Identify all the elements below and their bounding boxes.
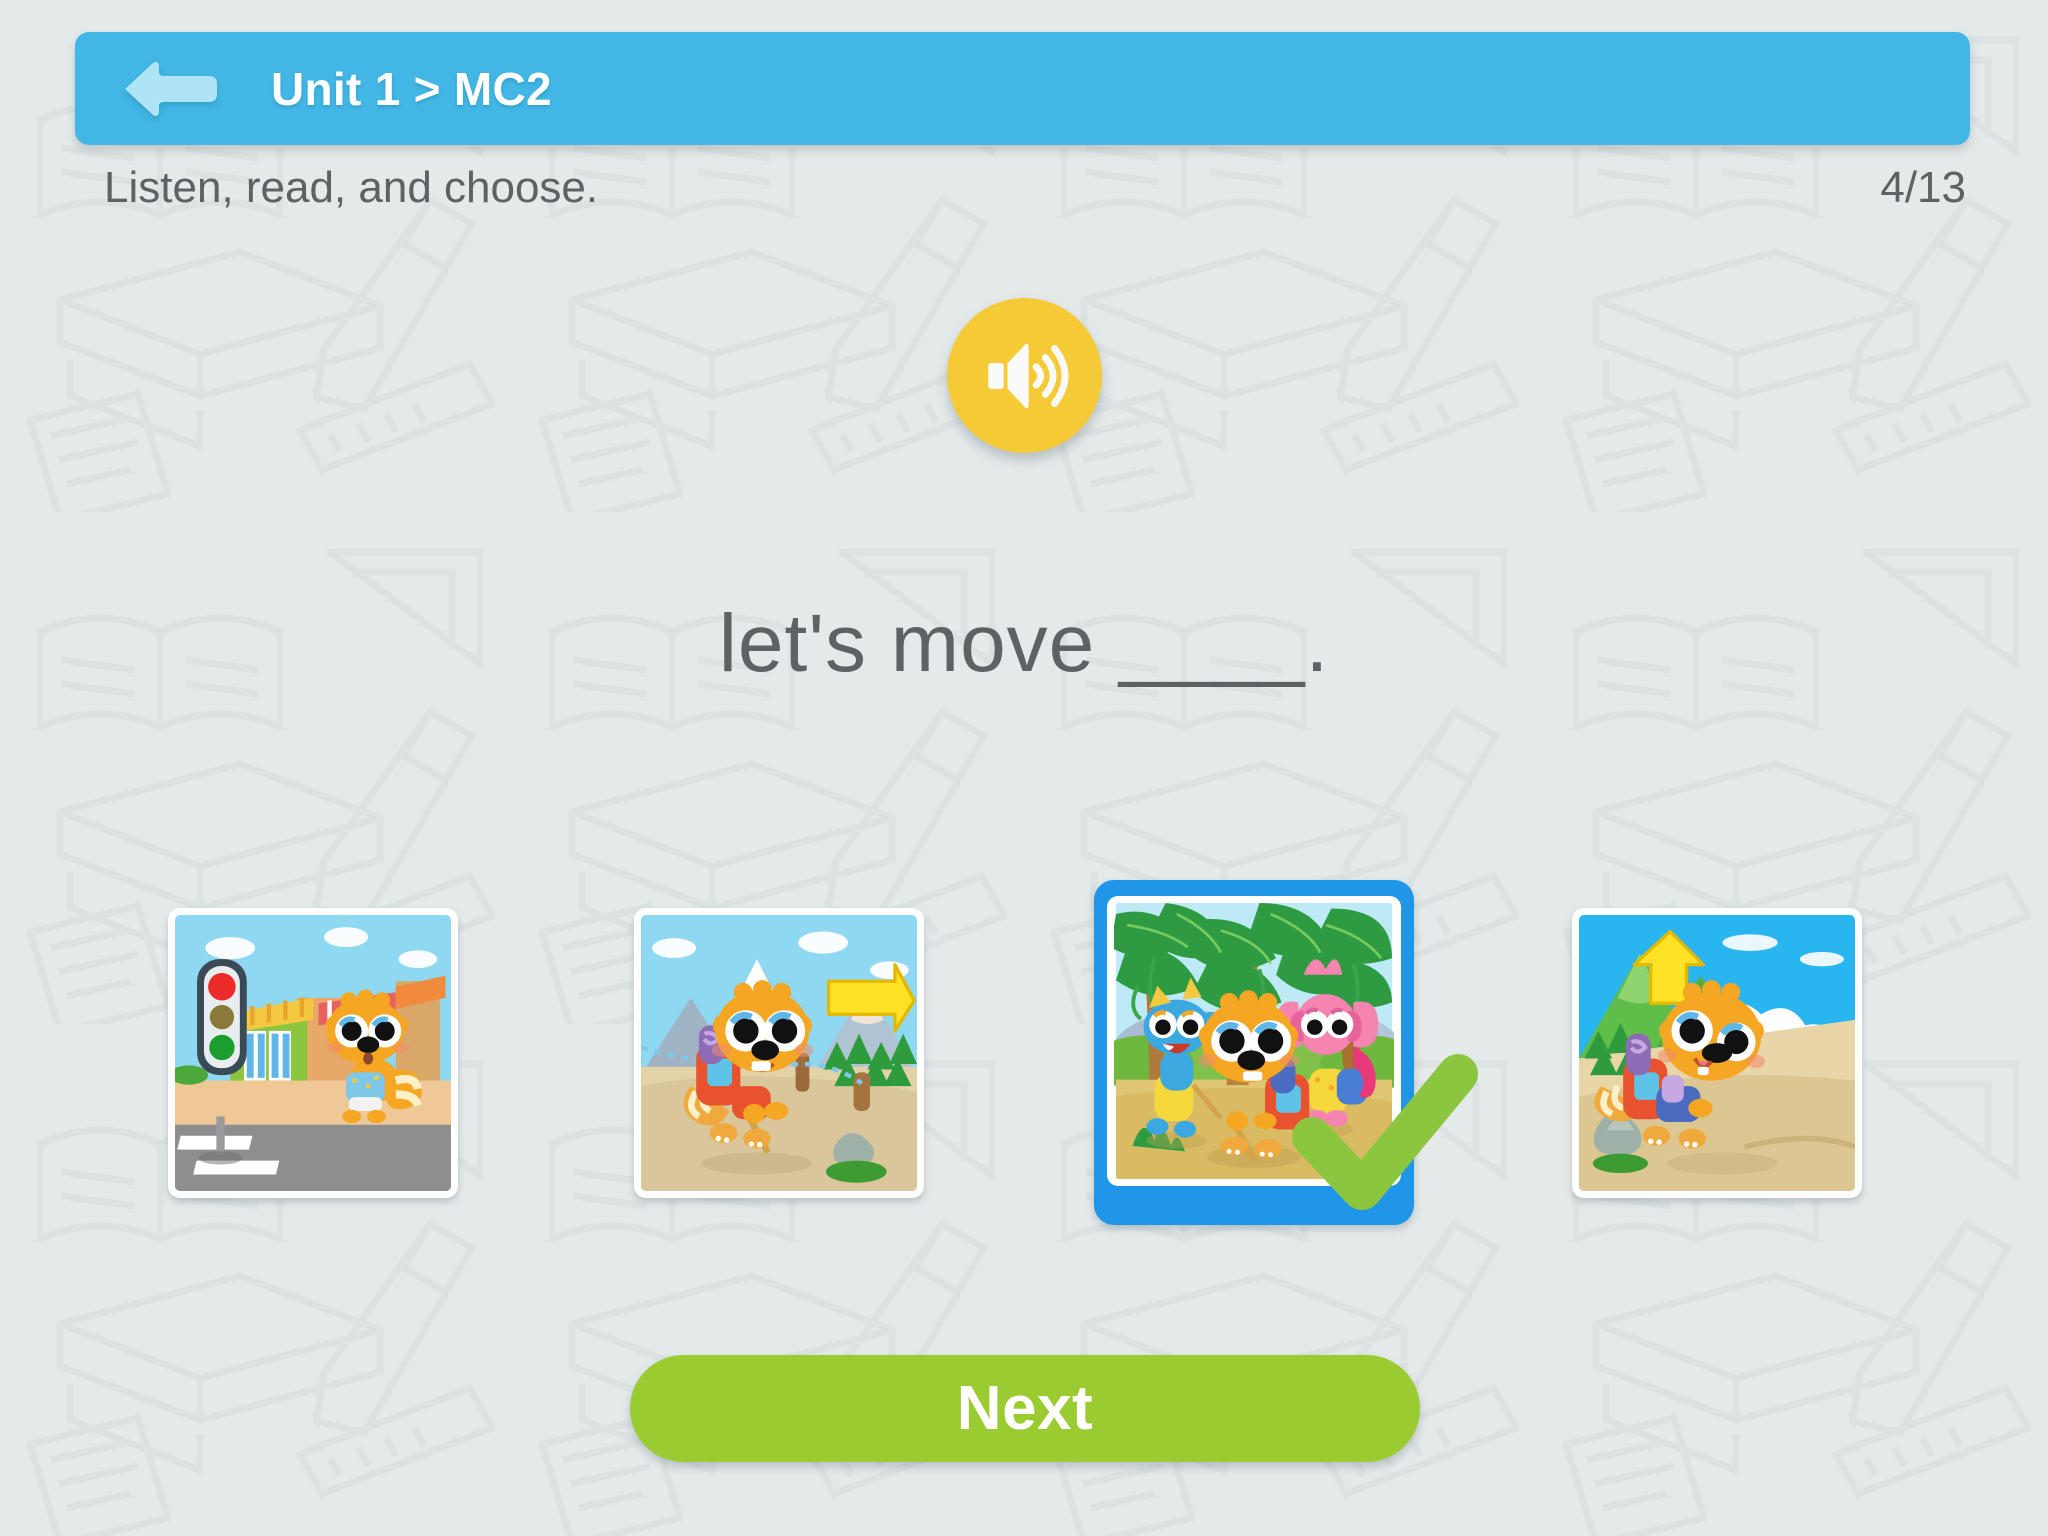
back-arrow-icon[interactable] bbox=[121, 58, 221, 120]
option-2-illustration bbox=[641, 915, 917, 1191]
background-doodle-pattern bbox=[0, 0, 2048, 1536]
instruction-text: Listen, read, and choose. bbox=[104, 163, 599, 212]
audio-play-button[interactable] bbox=[947, 298, 1102, 453]
option-rock-path[interactable] bbox=[1572, 908, 1862, 1198]
speaker-icon bbox=[987, 343, 1068, 408]
option-3-illustration bbox=[1114, 903, 1394, 1179]
option-traffic-light[interactable] bbox=[168, 908, 458, 1198]
answer-options-row bbox=[0, 880, 2048, 1230]
question-prompt: let's move ____. bbox=[718, 598, 1330, 689]
header-bar: Unit 1 > MC2 bbox=[75, 32, 1970, 145]
option-1-illustration bbox=[175, 915, 451, 1191]
next-button-label: Next bbox=[956, 1374, 1094, 1443]
option-hiking[interactable] bbox=[634, 908, 924, 1198]
option-3-card bbox=[1107, 896, 1401, 1186]
next-button[interactable]: Next bbox=[630, 1355, 1420, 1462]
option-4-illustration bbox=[1579, 915, 1855, 1191]
page-title: Unit 1 > MC2 bbox=[271, 62, 552, 115]
question-counter: 4/13 bbox=[1880, 163, 1966, 212]
option-jungle-group[interactable] bbox=[1094, 880, 1478, 1225]
